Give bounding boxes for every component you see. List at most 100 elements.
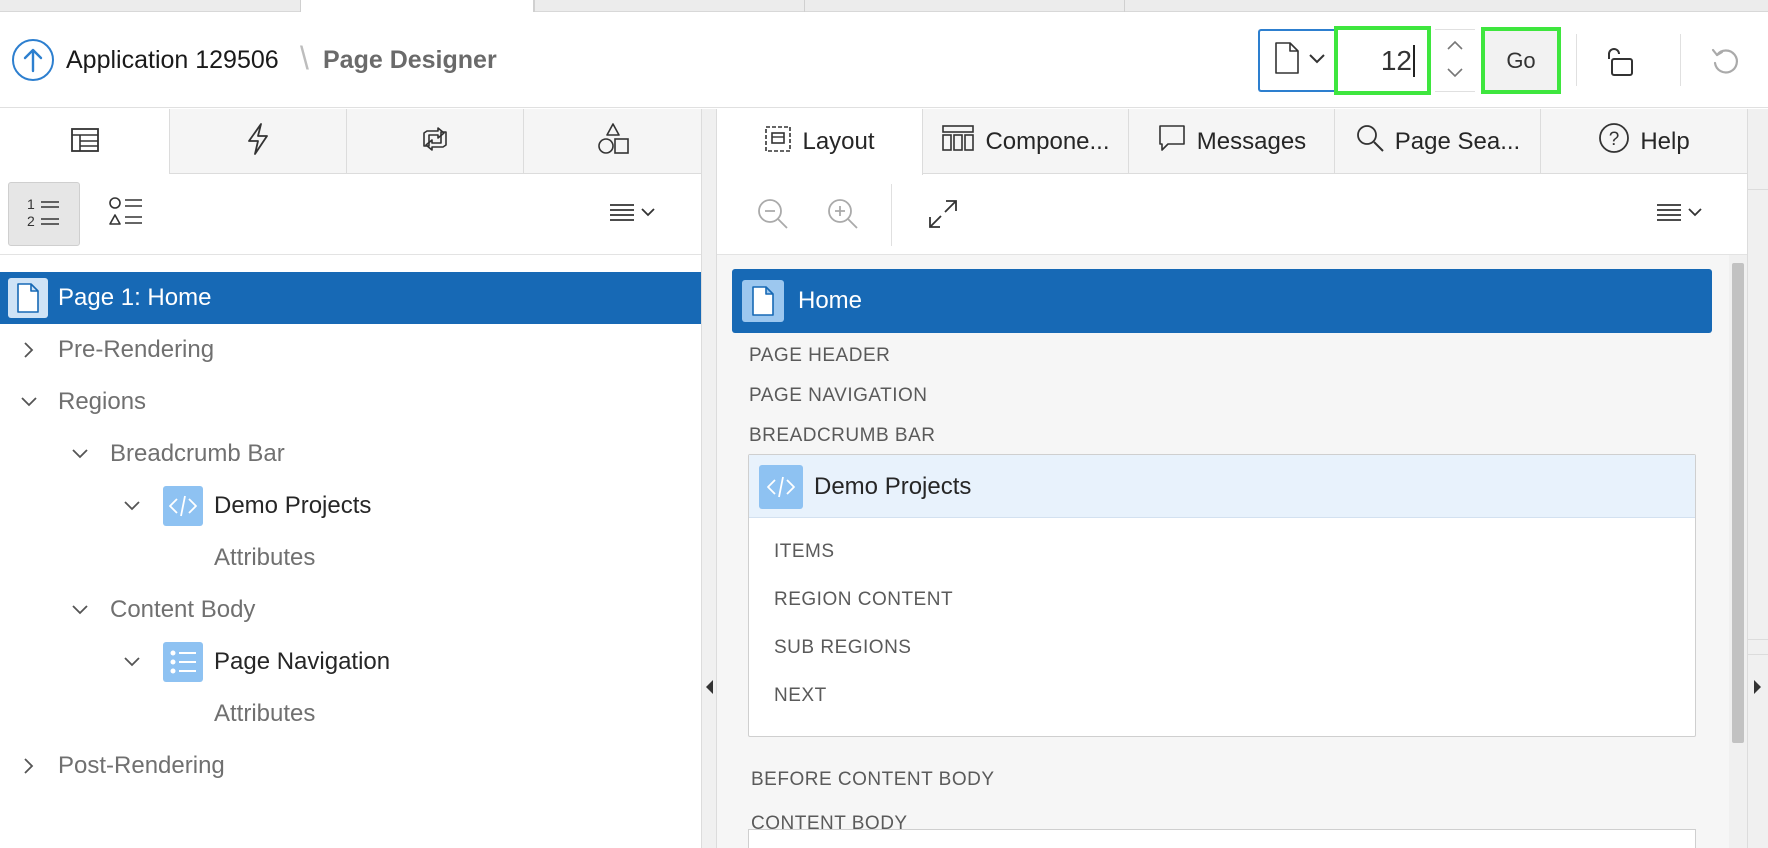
page-designer-window: Application 129506 \ Page Designer 12 Go	[0, 0, 1768, 848]
chevron-down-icon[interactable]	[121, 651, 143, 673]
tab-dynamic-actions[interactable]	[170, 109, 347, 174]
chevron-down-icon[interactable]	[121, 495, 143, 517]
menu-icon	[607, 200, 657, 229]
canvas-scrollbar[interactable]	[1729, 255, 1747, 848]
search-icon	[1355, 123, 1385, 160]
collapse-left-icon[interactable]	[706, 680, 713, 694]
tree-node-content-body[interactable]: Content Body	[0, 584, 701, 636]
divider	[1748, 654, 1768, 655]
svg-text:?: ?	[1609, 129, 1620, 150]
svg-text:2: 2	[27, 213, 35, 229]
chevron-down-icon	[1308, 52, 1326, 70]
application-title[interactable]: Application 129506	[66, 46, 279, 75]
tree-node-label: Content Body	[110, 596, 256, 623]
left-pane-toolbar: 12	[0, 174, 701, 294]
left-pane-menu-button[interactable]	[600, 186, 664, 242]
tree-node-label: Post-Rendering	[58, 752, 225, 779]
chevron-down-icon[interactable]	[69, 599, 91, 621]
tree-node-post-rendering[interactable]: Post-Rendering	[0, 740, 701, 792]
chevron-down-icon[interactable]	[69, 443, 91, 465]
page-header-bar[interactable]: Home	[732, 269, 1712, 333]
tree-node-label: Page Navigation	[214, 648, 391, 675]
tab-shared-components[interactable]	[524, 109, 701, 174]
right-splitter[interactable]	[1747, 109, 1768, 848]
divider	[1680, 34, 1681, 86]
right-pane-tabs: Layout Compone... Messages Page Sea... ?…	[717, 109, 1747, 175]
zoom-in-icon[interactable]	[821, 192, 865, 236]
chevron-down-icon[interactable]	[18, 391, 40, 413]
shapes-list-icon	[108, 195, 144, 234]
position-breadcrumb-bar[interactable]: BREADCRUMB BAR	[749, 425, 935, 447]
region-demo-projects[interactable]: Demo Projects ITEMS REGION CONTENT SUB R…	[748, 454, 1696, 737]
tree-node-demo-projects[interactable]: Demo Projects	[0, 480, 701, 532]
tab-label: Help	[1640, 127, 1690, 155]
group-by-order-button[interactable]: 12	[8, 182, 80, 246]
tab-rendering[interactable]	[0, 109, 170, 175]
tree-node-label: Breadcrumb Bar	[110, 440, 285, 467]
position-region-content[interactable]: REGION CONTENT	[774, 589, 953, 611]
zoom-out-icon[interactable]	[751, 192, 795, 236]
tree-node-label: Demo Projects	[214, 492, 372, 519]
divider	[1576, 34, 1577, 86]
chevron-up-icon[interactable]	[1446, 38, 1464, 56]
page-number-input[interactable]: 12	[1334, 26, 1431, 95]
tab-label: Page Sea...	[1394, 127, 1521, 155]
tab-components[interactable]: Compone...	[923, 109, 1129, 174]
browser-tab[interactable]	[1124, 0, 1444, 12]
expand-right-icon[interactable]	[1754, 680, 1761, 694]
tree-node-page-navigation[interactable]: Page Navigation	[0, 636, 701, 688]
tab-page-search[interactable]: Page Sea...	[1335, 109, 1541, 174]
position-sub-regions[interactable]: SUB REGIONS	[774, 637, 911, 659]
position-before-content-body[interactable]: BEFORE CONTENT BODY	[751, 769, 995, 791]
unlock-icon[interactable]	[1600, 42, 1640, 82]
position-page-navigation[interactable]: PAGE NAVIGATION	[749, 385, 928, 407]
layout-canvas[interactable]: Home PAGE HEADER PAGE NAVIGATION BREADCR…	[717, 255, 1729, 848]
tree-node-page[interactable]: Page 1: Home	[0, 272, 701, 324]
tab-messages[interactable]: Messages	[1129, 109, 1335, 174]
page-finder-dropdown[interactable]	[1258, 29, 1338, 92]
shapes-icon	[597, 122, 629, 161]
position-items[interactable]: ITEMS	[774, 541, 835, 563]
lightning-icon	[245, 122, 271, 161]
processing-icon	[418, 124, 452, 159]
page-designer-title: Page Designer	[323, 46, 497, 74]
page-icon	[8, 278, 48, 318]
pane-splitter[interactable]	[701, 109, 717, 848]
page-number-stepper[interactable]	[1435, 29, 1475, 92]
position-page-header[interactable]: PAGE HEADER	[749, 345, 890, 367]
page-icon	[742, 280, 784, 322]
tree-node-attributes[interactable]: Attributes	[0, 688, 701, 740]
speech-bubble-icon	[1157, 123, 1187, 160]
chevron-down-icon[interactable]	[1446, 65, 1464, 83]
layout-menu-button[interactable]	[1647, 186, 1711, 242]
position-next[interactable]: NEXT	[774, 685, 827, 707]
tree-node-label: Pre-Rendering	[58, 336, 215, 363]
content-body-region[interactable]	[748, 829, 1696, 848]
tree-node-attributes[interactable]: Attributes	[0, 532, 701, 584]
left-pane-tabs	[0, 109, 701, 175]
group-by-type-button[interactable]	[96, 182, 156, 246]
scrollbar-thumb[interactable]	[1732, 263, 1744, 743]
arrow-up-icon[interactable]	[12, 39, 54, 81]
tree-node-regions[interactable]: Regions	[0, 376, 701, 428]
expand-icon[interactable]	[921, 192, 965, 236]
menu-icon	[1654, 200, 1704, 229]
layout-icon	[764, 125, 792, 160]
tree-node-breadcrumb-bar[interactable]: Breadcrumb Bar	[0, 428, 701, 480]
go-button[interactable]: Go	[1481, 27, 1561, 94]
code-icon	[759, 465, 803, 509]
numbered-list-icon: 12	[25, 195, 63, 234]
tab-label: Layout	[802, 128, 875, 155]
undo-icon[interactable]	[1706, 42, 1746, 82]
chevron-right-icon[interactable]	[18, 339, 40, 361]
chevron-right-icon[interactable]	[18, 755, 40, 777]
tab-layout[interactable]: Layout	[717, 109, 923, 175]
region-header[interactable]: Demo Projects	[749, 455, 1695, 518]
tab-processing[interactable]	[347, 109, 524, 174]
browser-tab[interactable]	[804, 0, 1124, 12]
browser-tab[interactable]	[534, 0, 804, 12]
tab-label: Compone...	[985, 127, 1110, 155]
tab-help[interactable]: ? Help	[1541, 109, 1747, 174]
tree-node-label: Page 1: Home	[58, 284, 212, 311]
tree-node-pre-rendering[interactable]: Pre-Rendering	[0, 324, 701, 376]
